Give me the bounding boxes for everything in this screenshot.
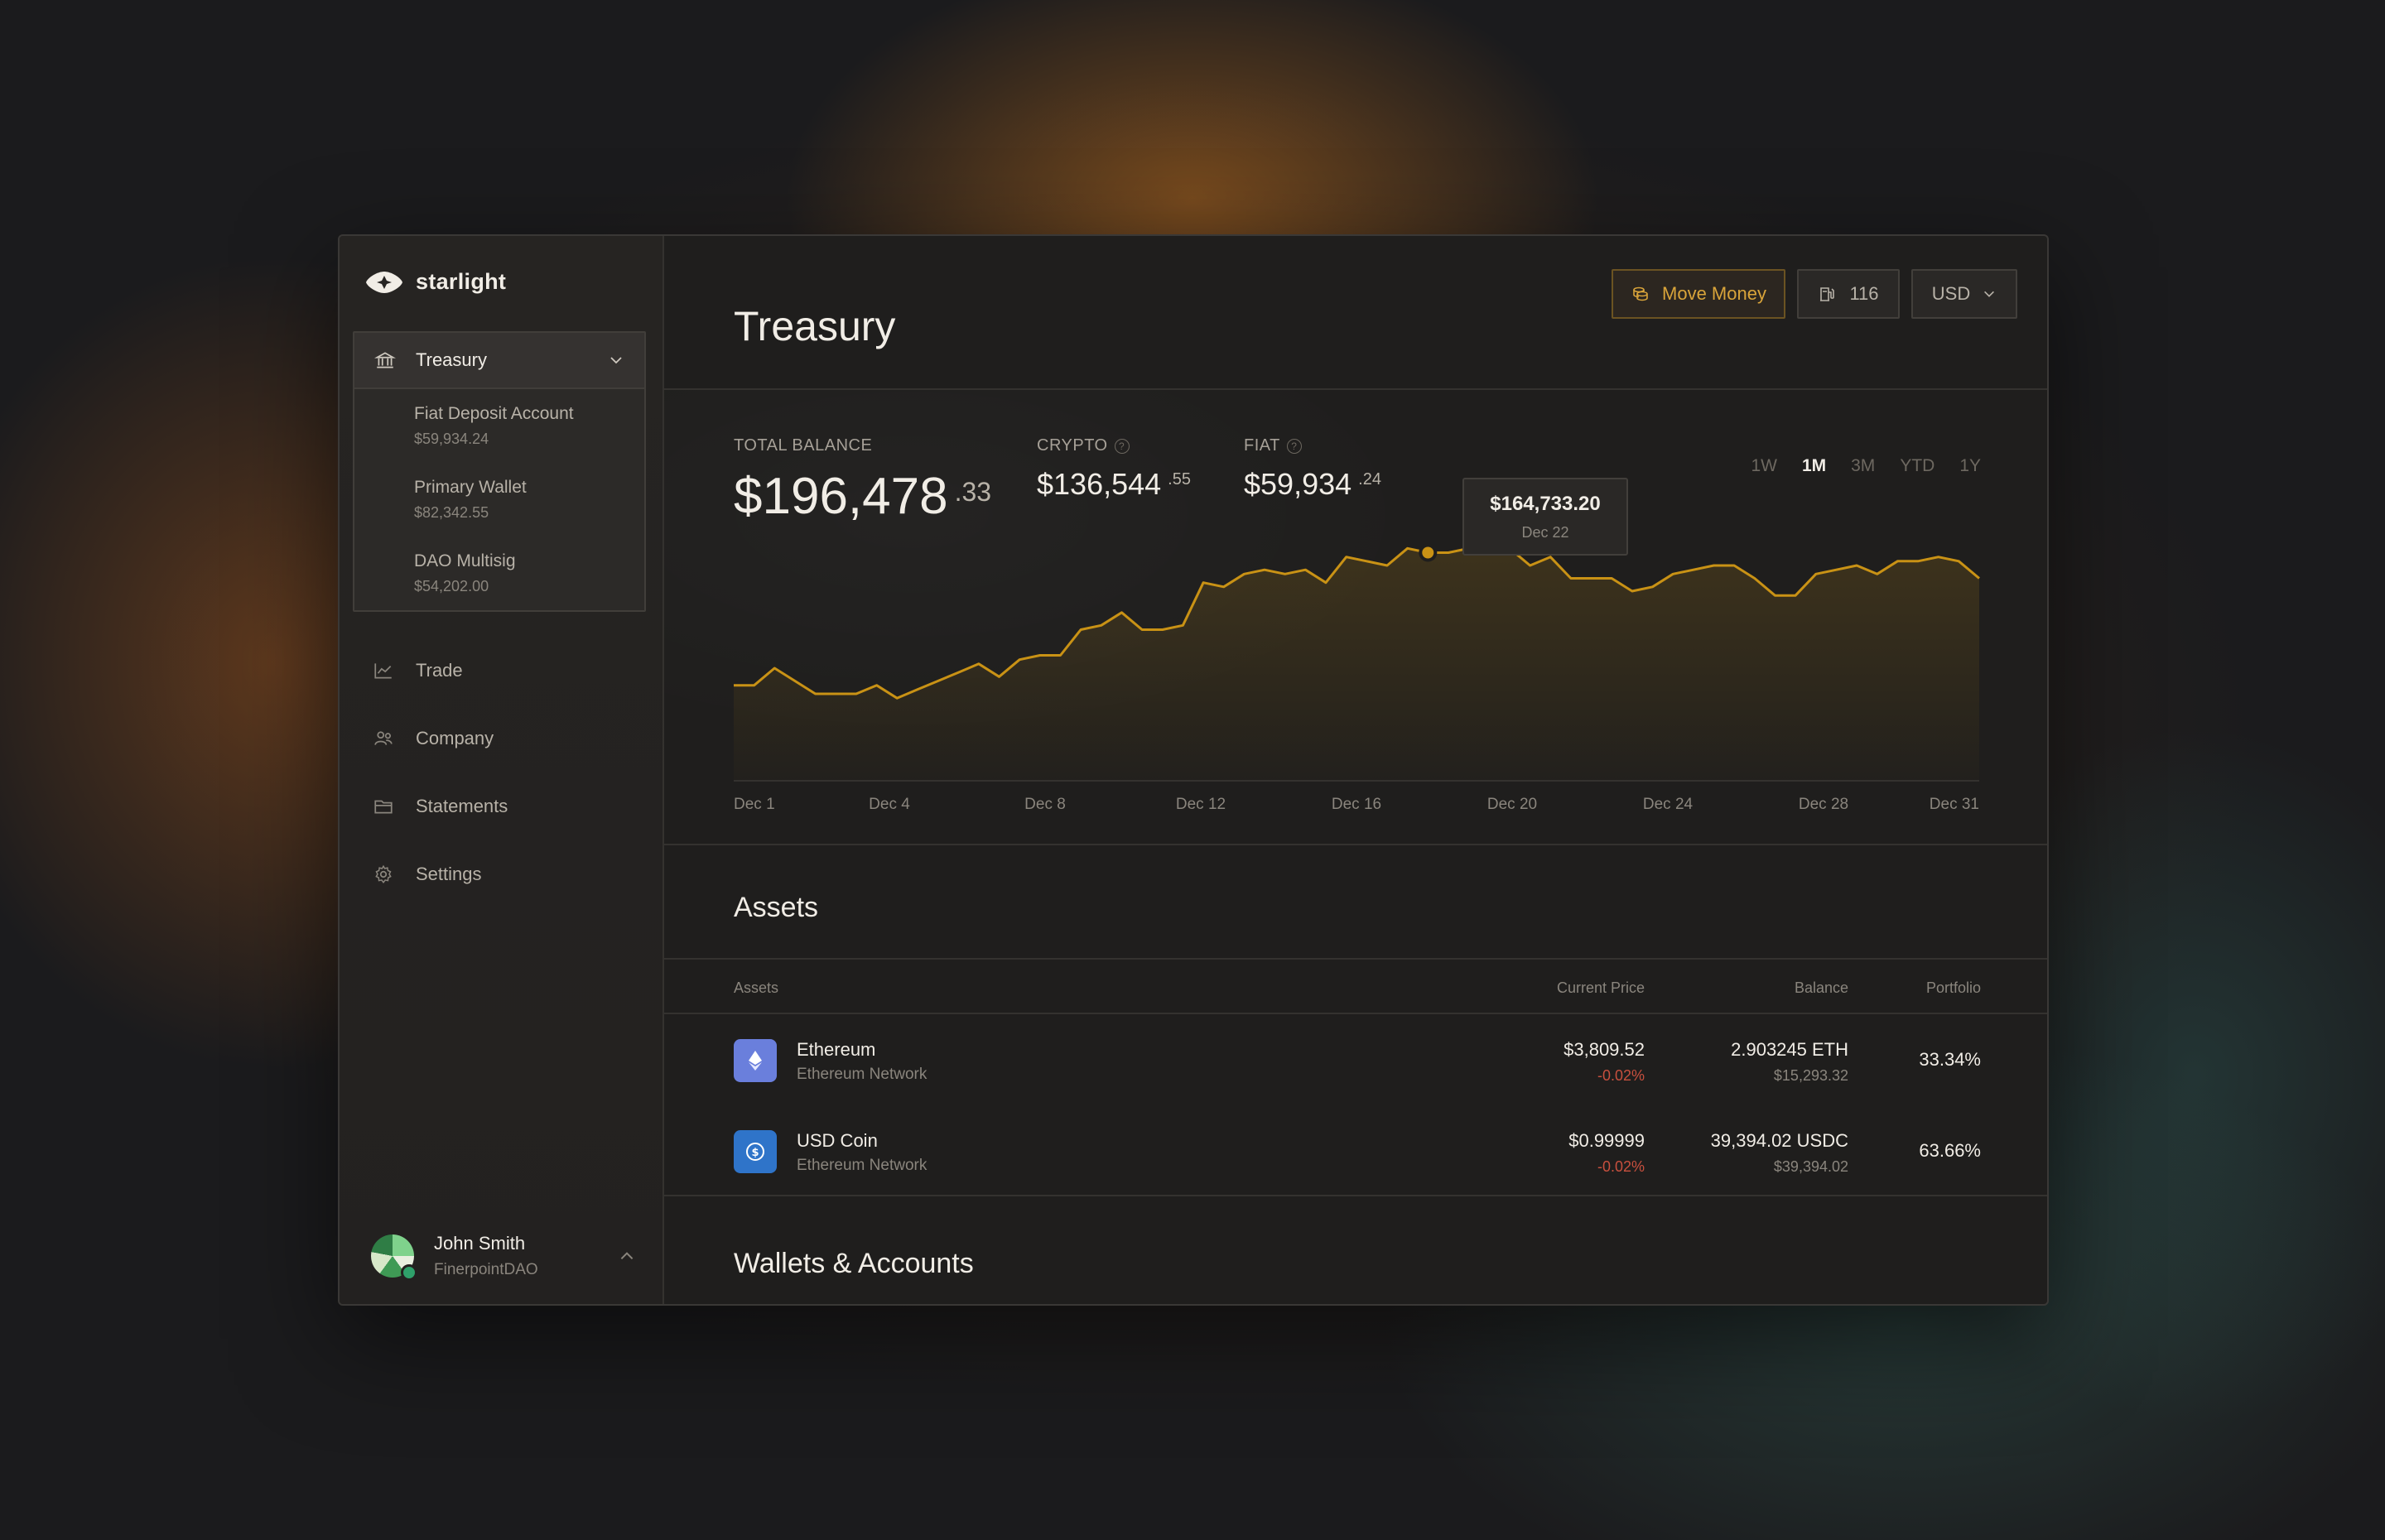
nav-group-treasury: Treasury Fiat Deposit Account $59,934.24… bbox=[353, 331, 646, 612]
subitem-value: $82,342.55 bbox=[414, 504, 489, 521]
sidebar-item-company[interactable]: Company bbox=[373, 728, 494, 749]
asset-name: Ethereum bbox=[797, 1039, 876, 1060]
asset-name: USD Coin bbox=[797, 1130, 878, 1151]
sidebar-item-label: Settings bbox=[416, 864, 482, 884]
balance-chart-section: TOTAL BALANCE $196,478.33 CRYPTO? $136,5… bbox=[664, 390, 2047, 845]
sidebar-item-label: Statements bbox=[416, 796, 508, 816]
assets-table-header: Assets Current Price Balance Portfolio bbox=[664, 960, 2047, 1014]
asset-balance: 39,394.02 USDC bbox=[1710, 1130, 1848, 1151]
chevron-down-icon bbox=[1984, 291, 1995, 297]
sidebar-item-settings[interactable]: Settings bbox=[373, 864, 482, 885]
asset-balance: 2.903245 ETH bbox=[1731, 1039, 1848, 1060]
main-content: Treasury Move Money 116 USD TOTAL BALANC… bbox=[664, 236, 2047, 1304]
x-axis-tick-label: Dec 31 bbox=[1929, 796, 1979, 813]
gear-icon bbox=[375, 864, 392, 883]
sidebar-item-treasury[interactable]: Treasury bbox=[354, 333, 644, 389]
sidebar-item-label: Company bbox=[416, 728, 494, 748]
wallets-title: Wallets & Accounts bbox=[734, 1248, 974, 1279]
chart-icon bbox=[374, 663, 392, 679]
online-status-dot bbox=[401, 1264, 417, 1281]
x-axis-tick-label: Dec 20 bbox=[1486, 796, 1538, 813]
x-axis-tick-label: Dec 12 bbox=[1175, 796, 1226, 813]
gas-pump-icon bbox=[1820, 287, 1835, 301]
column-header-price[interactable]: Current Price bbox=[1557, 979, 1645, 997]
x-axis-tick-label: Dec 4 bbox=[869, 796, 910, 813]
app-window: starlight Treasury Fiat Deposit Account … bbox=[338, 234, 2049, 1306]
tooltip-date: Dec 22 bbox=[1521, 524, 1569, 541]
sidebar: starlight Treasury Fiat Deposit Account … bbox=[340, 236, 664, 1304]
assets-table-body: Ethereum Ethereum Network $3,809.52 -0.0… bbox=[664, 1014, 2047, 1196]
chevron-up-icon[interactable] bbox=[618, 1247, 636, 1265]
sidebar-subitem-fiat-deposit[interactable]: Fiat Deposit Account $59,934.24 bbox=[354, 389, 644, 463]
asset-balance-usd: $39,394.02 bbox=[1773, 1158, 1848, 1175]
app-name: starlight bbox=[416, 269, 507, 294]
svg-text:$: $ bbox=[751, 1147, 759, 1159]
x-axis-tick-label: Dec 16 bbox=[1331, 796, 1382, 813]
tooltip-amount: $164,733.20 bbox=[1490, 493, 1601, 515]
page-title: Treasury bbox=[734, 303, 896, 349]
asset-balance-usd: $15,293.32 bbox=[1773, 1067, 1848, 1084]
sidebar-subitem-dao-multisig[interactable]: DAO Multisig $54,202.00 bbox=[354, 537, 644, 610]
currency-value: USD bbox=[1931, 283, 1971, 304]
user-name: John Smith bbox=[434, 1233, 526, 1254]
asset-change: -0.02% bbox=[1597, 1067, 1645, 1084]
sidebar-subitem-primary-wallet[interactable]: Primary Wallet $82,342.55 bbox=[354, 463, 644, 537]
subitem-value: $59,934.24 bbox=[414, 431, 489, 447]
chevron-down-icon bbox=[610, 357, 622, 364]
chart-area-fill bbox=[734, 544, 1979, 781]
column-header-balance[interactable]: Balance bbox=[1795, 979, 1848, 997]
chart-tooltip: $164,733.20 Dec 22 bbox=[1462, 478, 1628, 556]
page-header: Treasury Move Money 116 USD bbox=[664, 236, 2047, 390]
sidebar-item-label: Treasury bbox=[416, 349, 487, 370]
x-axis-tick-label: Dec 8 bbox=[1024, 796, 1066, 813]
subitem-label: Primary Wallet bbox=[414, 478, 527, 497]
x-axis-tick-label: Dec 1 bbox=[734, 796, 775, 813]
column-header-portfolio[interactable]: Portfolio bbox=[1926, 979, 1981, 997]
usdc-icon: $ bbox=[734, 1130, 777, 1173]
x-axis-tick-label: Dec 24 bbox=[1642, 796, 1694, 813]
asset-network: Ethereum Network bbox=[797, 1066, 928, 1083]
table-row[interactable]: Ethereum Ethereum Network $3,809.52 -0.0… bbox=[664, 1014, 2047, 1105]
subitem-label: Fiat Deposit Account bbox=[414, 404, 574, 423]
user-menu[interactable]: John Smith FinerpointDAO bbox=[371, 1233, 636, 1281]
assets-header: Assets bbox=[664, 845, 2047, 960]
move-money-button[interactable]: Move Money bbox=[1612, 269, 1785, 319]
gas-button[interactable]: 116 bbox=[1797, 269, 1900, 319]
asset-price: $3,809.52 bbox=[1564, 1039, 1645, 1060]
sidebar-item-trade[interactable]: Trade bbox=[373, 660, 463, 681]
avatar bbox=[371, 1234, 417, 1281]
asset-portfolio: 63.66% bbox=[1919, 1140, 1981, 1161]
x-axis-tick-label: Dec 28 bbox=[1798, 796, 1849, 813]
balance-chart[interactable] bbox=[664, 390, 2047, 845]
user-org: FinerpointDAO bbox=[434, 1261, 538, 1278]
subitem-value: $54,202.00 bbox=[414, 578, 489, 594]
coins-icon bbox=[1633, 286, 1648, 301]
table-row[interactable]: $ USD Coin Ethereum Network $0.99999 -0.… bbox=[664, 1105, 2047, 1196]
asset-price: $0.99999 bbox=[1568, 1130, 1645, 1151]
subitem-label: DAO Multisig bbox=[414, 551, 516, 570]
logo[interactable]: starlight bbox=[364, 269, 506, 295]
bank-icon bbox=[374, 352, 396, 368]
assets-title: Assets bbox=[734, 892, 819, 923]
asset-network: Ethereum Network bbox=[797, 1157, 928, 1174]
users-icon bbox=[374, 731, 393, 745]
starlight-logo-icon bbox=[366, 271, 402, 293]
gas-value: 116 bbox=[1849, 283, 1879, 304]
column-header-assets[interactable]: Assets bbox=[734, 979, 778, 997]
chart-highlight-point[interactable] bbox=[1419, 543, 1438, 562]
asset-portfolio: 33.34% bbox=[1919, 1049, 1981, 1070]
folder-icon bbox=[374, 800, 393, 814]
asset-change: -0.02% bbox=[1597, 1158, 1645, 1175]
ethereum-icon bbox=[734, 1039, 777, 1082]
move-money-label: Move Money bbox=[1662, 283, 1766, 304]
sidebar-item-statements[interactable]: Statements bbox=[373, 796, 508, 817]
currency-select[interactable]: USD bbox=[1911, 269, 2017, 319]
sidebar-item-label: Trade bbox=[416, 660, 463, 681]
